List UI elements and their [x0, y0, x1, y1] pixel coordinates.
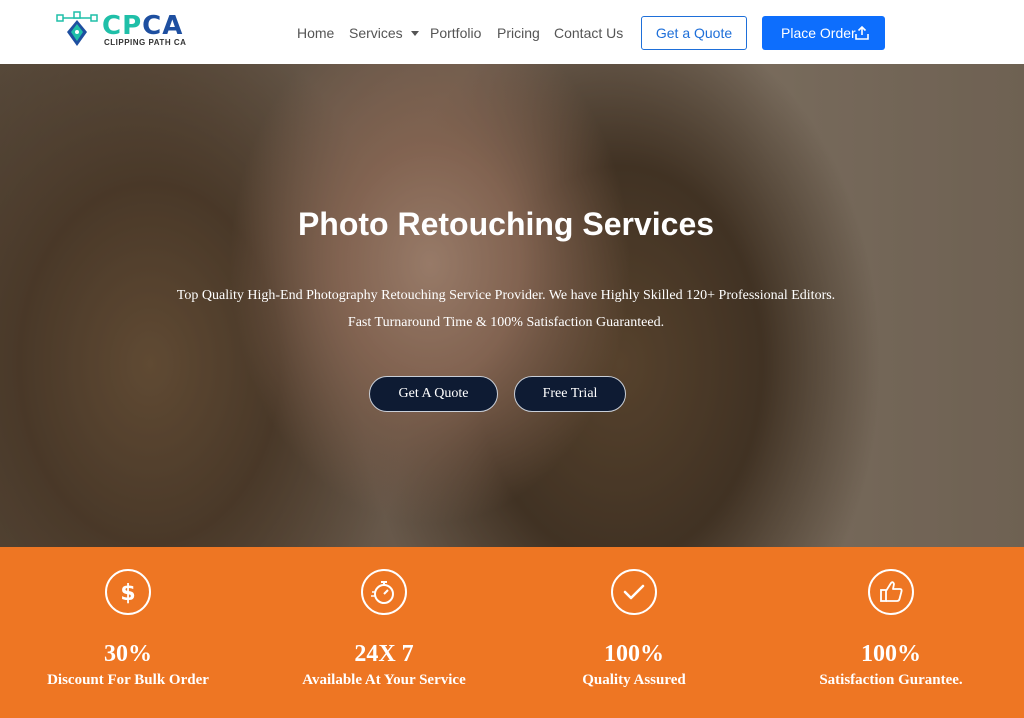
thumbs-up-icon	[868, 569, 914, 615]
site-header: CPCA CLIPPING PATH CA Home Services Port…	[0, 0, 1024, 64]
feature-discount: $ 30% Discount For Bulk Order	[0, 547, 256, 718]
feature-availability: 24X 7 Available At Your Service	[256, 547, 512, 718]
feature-value: 24X 7	[354, 641, 414, 667]
nav-services-label: Services	[349, 25, 403, 41]
hero-free-trial-button[interactable]: Free Trial	[514, 376, 626, 412]
dollar-icon: $	[105, 569, 151, 615]
place-order-label: Place Order	[781, 25, 856, 41]
place-order-button[interactable]: Place Order	[762, 16, 885, 50]
stopwatch-icon	[361, 569, 407, 615]
pen-tool-logo-icon	[56, 11, 98, 46]
svg-text:$: $	[120, 581, 135, 606]
logo[interactable]: CPCA CLIPPING PATH CA	[56, 10, 188, 50]
feature-label: Satisfaction Gurantee.	[819, 672, 963, 688]
feature-value: 100%	[604, 641, 664, 667]
logo-wordmark: CPCA	[102, 11, 184, 41]
feature-satisfaction: 100% Satisfaction Gurantee.	[763, 547, 1019, 718]
logo-subtitle: CLIPPING PATH CA	[104, 38, 187, 47]
get-a-quote-button[interactable]: Get a Quote	[641, 16, 747, 50]
upload-icon	[855, 26, 869, 40]
features-strip: $ 30% Discount For Bulk Order 24X 7 Avai…	[0, 547, 1024, 718]
feature-value: 30%	[104, 641, 152, 667]
hero-description-line-2: Fast Turnaround Time & 100% Satisfaction…	[347, 315, 665, 330]
hero-get-a-quote-button[interactable]: Get A Quote	[369, 376, 498, 412]
feature-label: Discount For Bulk Order	[47, 672, 209, 688]
feature-value: 100%	[861, 641, 921, 667]
hero-section: Photo Retouching Services Top Quality Hi…	[0, 64, 1024, 547]
nav-portfolio[interactable]: Portfolio	[430, 23, 481, 43]
hero-description-line-1: Top Quality High-End Photography Retouch…	[176, 288, 836, 303]
nav-contact-us[interactable]: Contact Us	[554, 23, 623, 43]
nav-services[interactable]: Services	[349, 23, 419, 43]
checkmark-icon	[611, 569, 657, 615]
hero-title: Photo Retouching Services	[297, 206, 715, 242]
feature-label: Quality Assured	[582, 672, 686, 688]
caret-down-icon	[410, 31, 419, 36]
feature-label: Available At Your Service	[302, 672, 466, 688]
feature-quality: 100% Quality Assured	[506, 547, 762, 718]
nav-pricing[interactable]: Pricing	[497, 23, 540, 43]
nav-home[interactable]: Home	[297, 23, 334, 43]
